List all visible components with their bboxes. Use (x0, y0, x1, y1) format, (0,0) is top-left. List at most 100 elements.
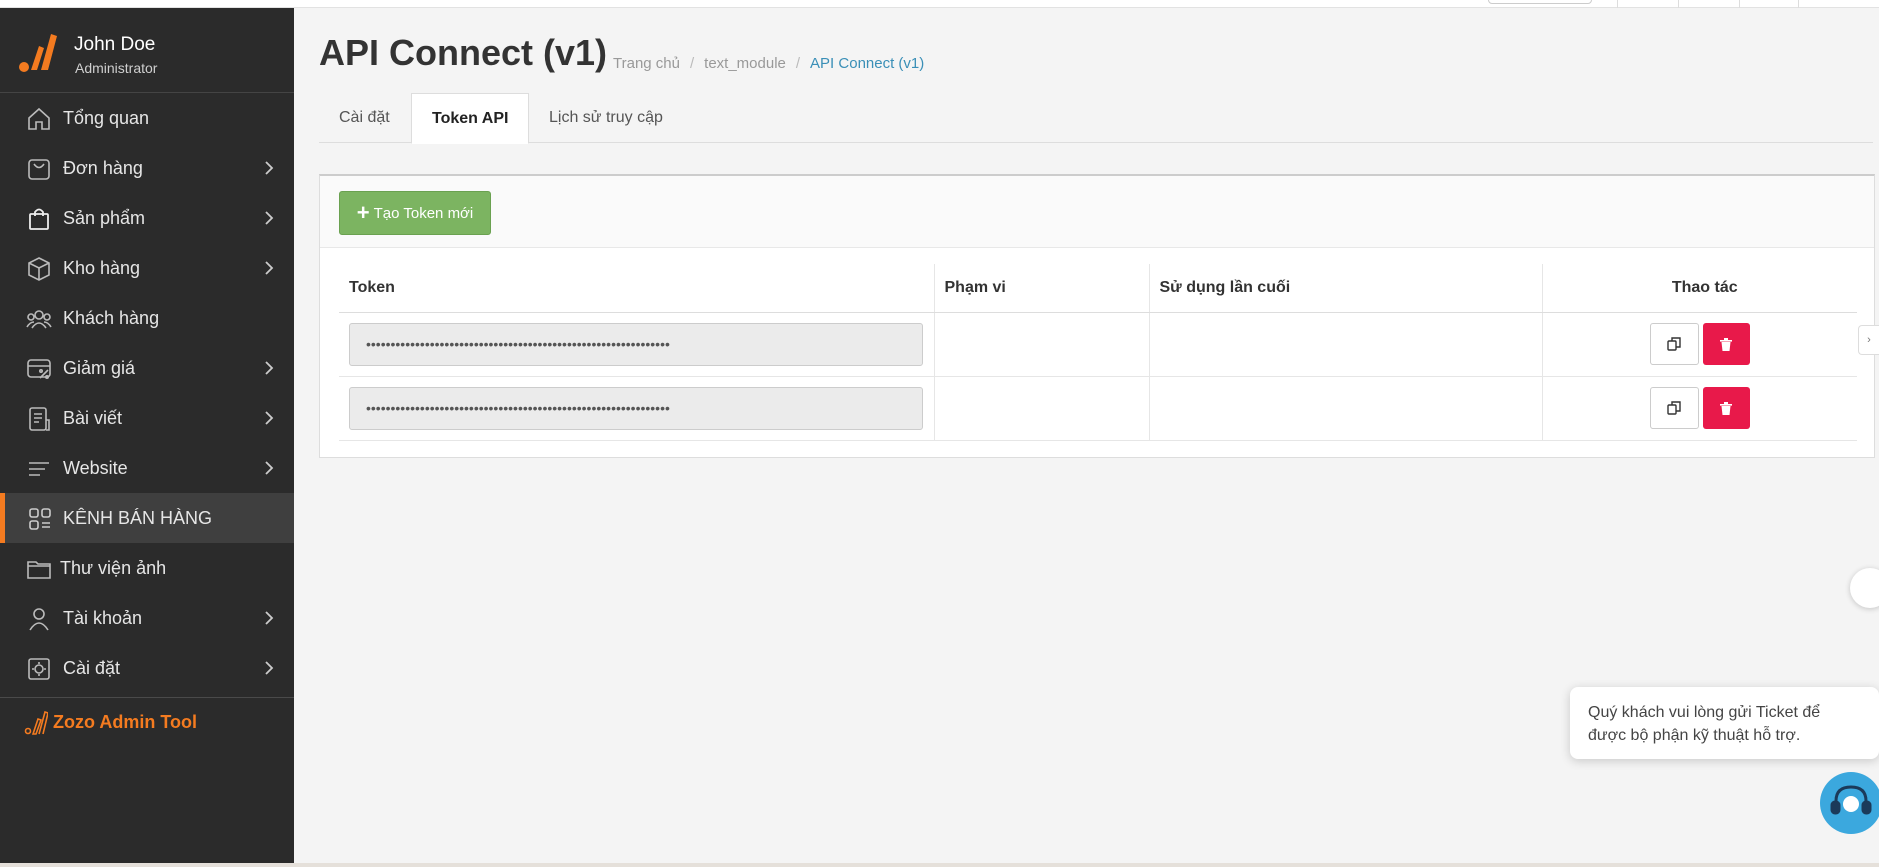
sidebar-item-label: Bài viết (63, 407, 123, 428)
page-title: API Connect (v1) (319, 32, 608, 73)
copy-token-button[interactable] (1649, 323, 1699, 365)
chevron-right-icon (265, 211, 274, 225)
tab-bar: Cài đặt Token API Lịch sử truy cập (319, 93, 1873, 144)
user-role: Administrator (75, 60, 158, 76)
brand-logo-icon (19, 34, 57, 72)
zozo-admin-tool-label: Zozo Admin Tool (53, 712, 197, 732)
home-icon (28, 107, 50, 130)
sidebar-item-label: Cài đặt (63, 657, 121, 678)
users-icon (26, 310, 52, 329)
table-header-row: Token Phạm vi Sử dụng lần cuối Thao tác (339, 264, 1857, 313)
floating-widget-button[interactable] (1850, 568, 1879, 608)
top-separator (1739, 0, 1740, 8)
sidebar-item-kenh-ban-hang[interactable]: KÊNH BÁN HÀNG (0, 493, 294, 543)
sidebar-item-label: Sản phẩm (63, 207, 146, 228)
column-header-token: Token (339, 264, 934, 313)
chevron-right-icon (265, 361, 274, 375)
copy-icon (1667, 337, 1681, 351)
top-separator (1617, 0, 1618, 8)
sidebar-item-tai-khoan[interactable]: Tài khoản (0, 593, 294, 643)
chevron-right-icon (265, 661, 274, 675)
breadcrumb-separator: / (795, 55, 801, 72)
sidebar: John Doe Administrator Tổng quan Đơn hàn… (0, 8, 294, 863)
side-panel-toggle[interactable]: › (1858, 325, 1879, 355)
column-header-last-used: Sử dụng lần cuối (1148, 264, 1542, 313)
new-token-button[interactable]: + Tạo Token mới (339, 191, 491, 235)
sidebar-item-label: Giảm giá (63, 357, 136, 378)
sidebar-item-website[interactable]: Website (0, 443, 294, 493)
sidebar-item-label: Tài khoản (63, 607, 143, 628)
last-used-cell (1148, 312, 1542, 377)
sidebar-item-label: Tổng quan (63, 107, 150, 128)
zozo-admin-tool-link[interactable]: Zozo Admin Tool (0, 698, 294, 748)
support-chat-button[interactable] (1820, 772, 1879, 834)
column-header-actions: Thao tác (1541, 264, 1857, 313)
chat-message-bubble: Quý khách vui lòng gửi Ticket để được bộ… (1570, 687, 1879, 759)
box-icon (28, 257, 50, 281)
tab-cai-dat[interactable]: Cài đặt (319, 93, 410, 143)
bottom-border (0, 863, 1879, 867)
token-cell (339, 312, 934, 377)
sidebar-item-tong-quan[interactable]: Tổng quan (0, 93, 294, 143)
grid-icon (29, 508, 51, 530)
sidebar-item-label: KÊNH BÁN HÀNG (63, 507, 213, 528)
column-header-scope: Phạm vi (933, 264, 1149, 313)
token-panel: + Tạo Token mới Token Phạm vi Sử dụng lầ… (319, 174, 1875, 458)
sidebar-item-kho-hang[interactable]: Kho hàng (0, 243, 294, 293)
shopping-bag-icon (28, 159, 50, 180)
breadcrumb-home[interactable]: Trang chủ (613, 55, 680, 72)
table-row (339, 376, 1857, 441)
token-cell (339, 376, 934, 441)
last-used-cell (1148, 376, 1542, 441)
sidebar-menu: Tổng quan Đơn hàng Sản phẩm Kho hàng Khá… (0, 93, 294, 693)
lines-icon (29, 462, 49, 476)
actions-cell (1541, 376, 1857, 441)
delete-token-button[interactable] (1702, 323, 1750, 365)
settings-icon (28, 658, 50, 680)
copy-token-button[interactable] (1649, 387, 1699, 429)
tab-lich-su-truy-cap[interactable]: Lịch sử truy cập (529, 93, 683, 143)
sidebar-item-label: Website (63, 457, 128, 478)
chevron-right-icon (265, 161, 274, 175)
trash-icon (1720, 337, 1733, 351)
top-separator (1798, 0, 1799, 8)
chevron-right-icon (265, 461, 274, 475)
chevron-right-icon (265, 411, 274, 425)
sidebar-item-khach-hang[interactable]: Khách hàng (0, 293, 294, 343)
breadcrumb-separator: / (689, 55, 695, 72)
sidebar-item-thu-vien-anh[interactable]: Thư viện ảnh (0, 543, 294, 593)
token-field[interactable] (349, 322, 923, 366)
sidebar-item-label: Khách hàng (63, 307, 160, 328)
headset-icon (1830, 785, 1872, 815)
copy-icon (1667, 401, 1681, 415)
sidebar-item-giam-gia[interactable]: Giảm giá (0, 343, 294, 393)
trash-icon (1720, 401, 1733, 415)
scope-cell (933, 312, 1149, 377)
top-bar (0, 0, 1879, 8)
sidebar-item-label: Đơn hàng (63, 157, 143, 178)
top-search-pill[interactable] (1488, 0, 1592, 4)
breadcrumb: Trang chủ / text_module / API Connect (v… (613, 55, 924, 72)
sidebar-item-san-pham[interactable]: Sản phẩm (0, 193, 294, 243)
top-separator (1678, 0, 1679, 8)
person-icon (29, 608, 49, 631)
tab-token-api[interactable]: Token API (411, 93, 530, 144)
folder-icon (27, 561, 51, 579)
actions-cell (1541, 312, 1857, 377)
sidebar-item-cai-dat[interactable]: Cài đặt (0, 643, 294, 693)
document-icon (29, 407, 50, 431)
table-row (339, 312, 1857, 377)
sidebar-item-don-hang[interactable]: Đơn hàng (0, 143, 294, 193)
user-profile[interactable]: John Doe Administrator (0, 8, 294, 93)
token-table: Token Phạm vi Sử dụng lần cuối Thao tác (339, 264, 1857, 441)
sidebar-item-bai-viet[interactable]: Bài viết (0, 393, 294, 443)
bag-icon (29, 208, 49, 230)
breadcrumb-module[interactable]: text_module (704, 55, 786, 72)
scope-cell (933, 376, 1149, 441)
delete-token-button[interactable] (1702, 387, 1750, 429)
chevron-right-icon (265, 611, 274, 625)
sidebar-item-label: Thư viện ảnh (60, 557, 167, 578)
token-field[interactable] (349, 386, 923, 430)
breadcrumb-current[interactable]: API Connect (v1) (810, 55, 924, 72)
sidebar-item-label: Kho hàng (63, 257, 141, 278)
